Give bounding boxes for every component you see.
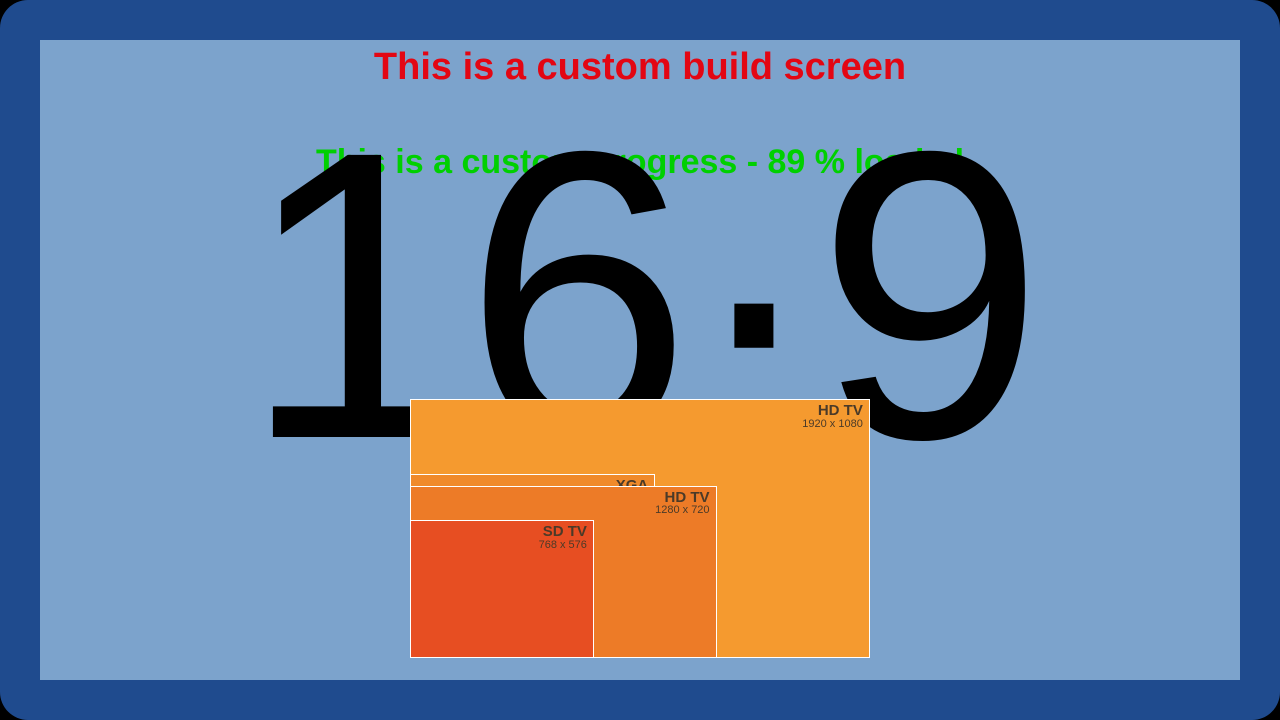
resolution-dimensions: 1280 x 720 bbox=[655, 505, 709, 517]
resolution-label-hdtv-1080: HD TV1920 x 1080 bbox=[802, 403, 863, 430]
resolution-diagram: HD TV1920 x 1080XGA1024 x 768HD TV1280 x… bbox=[410, 399, 870, 658]
resolution-label-sdtv: SD TV768 x 576 bbox=[539, 524, 587, 551]
resolution-label-hdtv-720: HD TV1280 x 720 bbox=[655, 490, 709, 517]
screen-area: This is a custom build screen This is a … bbox=[40, 40, 1240, 680]
resolution-box-sdtv: SD TV768 x 576 bbox=[410, 520, 594, 658]
resolution-name: HD TV bbox=[802, 403, 863, 419]
resolution-name: SD TV bbox=[539, 524, 587, 540]
outer-frame: This is a custom build screen This is a … bbox=[0, 0, 1280, 720]
resolution-dimensions: 1920 x 1080 bbox=[802, 419, 863, 431]
resolution-dimensions: 768 x 576 bbox=[539, 540, 587, 552]
resolution-name: HD TV bbox=[655, 490, 709, 506]
